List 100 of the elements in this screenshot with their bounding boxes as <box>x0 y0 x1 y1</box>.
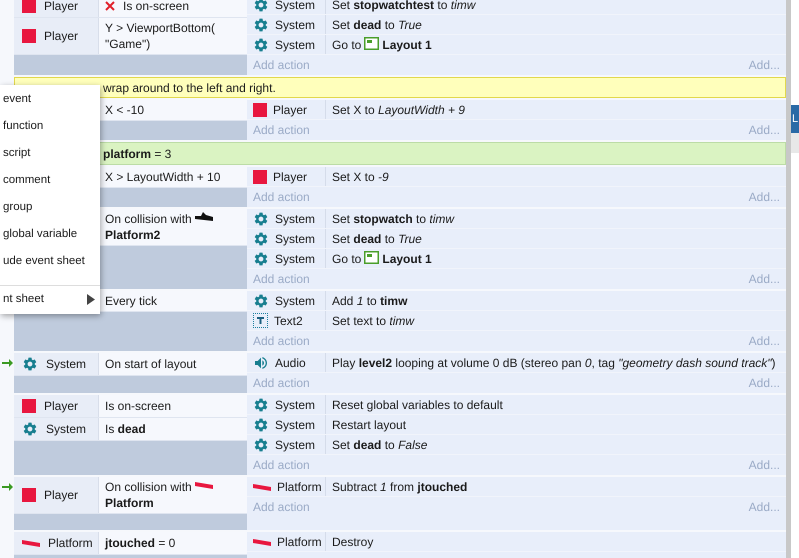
object-name: System <box>275 16 316 34</box>
add-more-link[interactable]: Add... <box>748 188 780 206</box>
action-text: Set stopwatchtest to timw <box>332 0 476 12</box>
object-name: System <box>46 356 86 373</box>
gear-icon <box>253 36 269 52</box>
condition-text: X > LayoutWidth + 10 <box>105 169 220 185</box>
gear-icon <box>253 250 269 266</box>
menu-item[interactable]: nt sheet <box>0 286 44 313</box>
sprite-square-icon <box>253 102 267 116</box>
sprite-square-icon <box>22 488 36 502</box>
object-name: Platform <box>277 534 322 550</box>
platform-shape-icon <box>194 212 213 222</box>
gear-icon <box>253 416 269 432</box>
side-panel-strip <box>791 133 799 153</box>
object-name: System <box>275 36 316 54</box>
gear-icon <box>22 356 38 372</box>
object-name: System <box>275 230 316 248</box>
add-more-link[interactable]: Add... <box>748 332 780 350</box>
object-name: Player <box>44 0 78 15</box>
add-action-link[interactable]: Add action <box>253 270 310 288</box>
text-object-icon <box>253 313 268 328</box>
action-text: Set X to -9 <box>332 170 389 184</box>
action-text: Set stopwatch to timw <box>332 212 454 226</box>
action-text: Set X to LayoutWidth + 9 <box>332 102 465 116</box>
condition-text: On collision with Platform <box>105 479 247 511</box>
object-name: System <box>46 421 86 438</box>
object-name: System <box>275 396 316 414</box>
condition-text: Is dead <box>105 421 146 437</box>
menu-item[interactable]: group <box>0 194 32 221</box>
add-action-link[interactable]: Add action <box>253 456 310 474</box>
object-name: System <box>275 292 316 310</box>
stripe-icon <box>253 482 271 490</box>
object-name: System <box>275 210 316 228</box>
menu-item[interactable]: comment <box>0 167 50 194</box>
gear-icon <box>253 0 269 12</box>
menu-item[interactable]: script <box>0 140 30 167</box>
sprite-square-icon <box>22 29 36 43</box>
sprite-square-icon <box>22 399 36 413</box>
gear-icon <box>253 210 269 226</box>
condition-text: jtouched = 0 <box>105 535 176 551</box>
condition-text: On start of layout <box>105 356 196 372</box>
condition-text: Y > ViewportBottom( "Game") <box>105 20 215 52</box>
variable-text: platform = 3 <box>103 146 172 162</box>
add-action-link[interactable]: Add action <box>253 121 310 139</box>
stripe-icon <box>22 539 40 547</box>
speaker-icon <box>253 354 269 370</box>
condition-text: Is on-screen <box>123 0 190 14</box>
menu-item[interactable]: function <box>0 113 44 140</box>
object-name: Platform <box>277 478 322 496</box>
action-text: Set text to timw <box>332 314 414 328</box>
add-more-link[interactable]: Add... <box>748 498 780 516</box>
comment-text: wrap around to the left and right. <box>103 80 276 96</box>
object-name: Player <box>273 102 308 118</box>
action-text: Restart layout <box>332 418 406 432</box>
add-action-link[interactable]: Add action <box>253 374 310 392</box>
action-text: Set dead to False <box>332 438 428 452</box>
object-name: Audio <box>275 354 306 372</box>
add-action-link[interactable]: Add action <box>253 188 310 206</box>
object-name: Text2 <box>274 312 303 330</box>
side-tab[interactable]: L <box>791 105 799 133</box>
menu-item[interactable]: global variable <box>0 221 78 248</box>
gear-icon <box>253 396 269 412</box>
gear-icon <box>253 436 269 452</box>
condition-text: X < -10 <box>105 102 144 118</box>
stripe-icon <box>253 538 271 546</box>
gear-icon <box>253 292 269 308</box>
add-more-link[interactable]: Add... <box>748 270 780 288</box>
layout-icon <box>364 36 380 50</box>
object-name: Platform <box>48 535 93 552</box>
layout-icon <box>364 250 380 264</box>
scrollbar[interactable] <box>786 0 791 558</box>
action-text: Set dead to True <box>332 18 422 32</box>
object-name: Player <box>44 398 78 415</box>
action-text: Subtract 1 from jtouched <box>332 480 468 494</box>
object-name: System <box>275 250 316 268</box>
sprite-square-icon <box>253 170 267 184</box>
action-text: Play level2 looping at volume 0 dB (stereo pan 0, tag "geometry dash sound track") <box>332 356 776 370</box>
object-name: System <box>275 0 316 14</box>
menu-item[interactable]: ude event sheet <box>0 248 85 275</box>
add-more-link[interactable]: Add... <box>748 56 780 74</box>
sprite-square-icon <box>22 0 36 13</box>
menu-item[interactable]: event <box>0 86 32 113</box>
condition-text: Is on-screen <box>105 398 172 414</box>
stripe-icon <box>194 481 213 489</box>
action-text: Destroy <box>332 534 374 548</box>
add-more-link[interactable]: Add... <box>748 456 780 474</box>
object-name: System <box>275 416 316 434</box>
add-action-link[interactable]: Add action <box>253 332 310 350</box>
add-action-link[interactable]: Add action <box>253 56 310 74</box>
add-more-link[interactable]: Add... <box>748 374 780 392</box>
gear-icon <box>22 421 38 437</box>
action-text: Go to Layout 1 <box>332 252 432 266</box>
object-name: System <box>275 436 316 454</box>
add-action-link[interactable]: Add action <box>253 498 310 516</box>
condition-text: On collision with Platform2 <box>105 211 247 243</box>
add-more-link[interactable]: Add... <box>748 121 780 139</box>
gear-icon <box>253 230 269 246</box>
gear-icon <box>253 16 269 32</box>
object-name: Player <box>273 168 308 186</box>
action-text: Add 1 to timw <box>332 294 408 308</box>
